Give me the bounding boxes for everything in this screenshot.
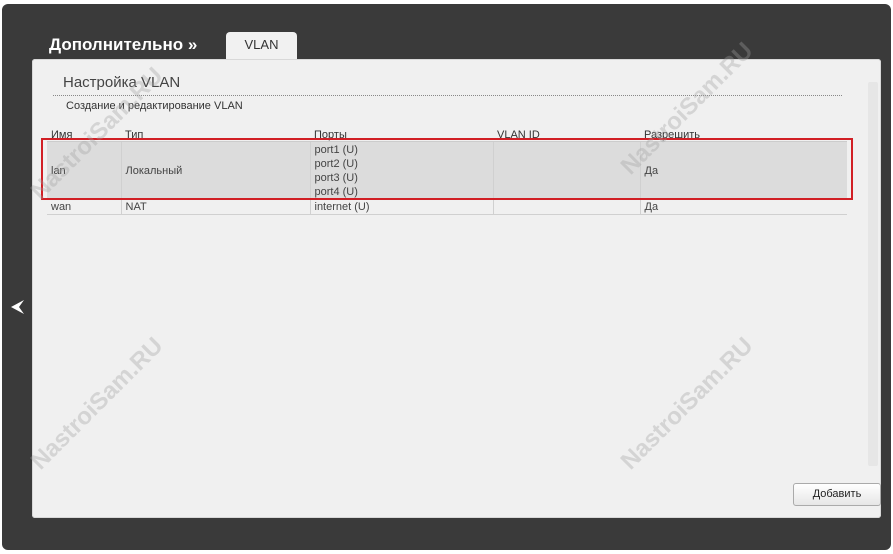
cell-vlan-id [492, 199, 640, 215]
port-entry: internet (U) [314, 201, 370, 213]
add-button[interactable]: Добавить [793, 483, 881, 506]
table-row[interactable]: wan NAT internet (U) Да [47, 199, 847, 215]
cell-name: wan [47, 199, 121, 215]
divider [53, 95, 842, 96]
cell-type: NAT [120, 199, 310, 215]
tab-vlan[interactable]: VLAN [226, 32, 297, 59]
scrollbar[interactable] [868, 82, 878, 466]
cell-enabled: Да [639, 199, 847, 215]
cell-ports: internet (U) [309, 199, 493, 215]
back-arrow-icon[interactable] [8, 296, 26, 318]
section-title[interactable]: Дополнительно » [49, 35, 197, 55]
panel-subtitle: Создание и редактирование VLAN [66, 100, 243, 112]
selection-highlight [41, 138, 853, 200]
